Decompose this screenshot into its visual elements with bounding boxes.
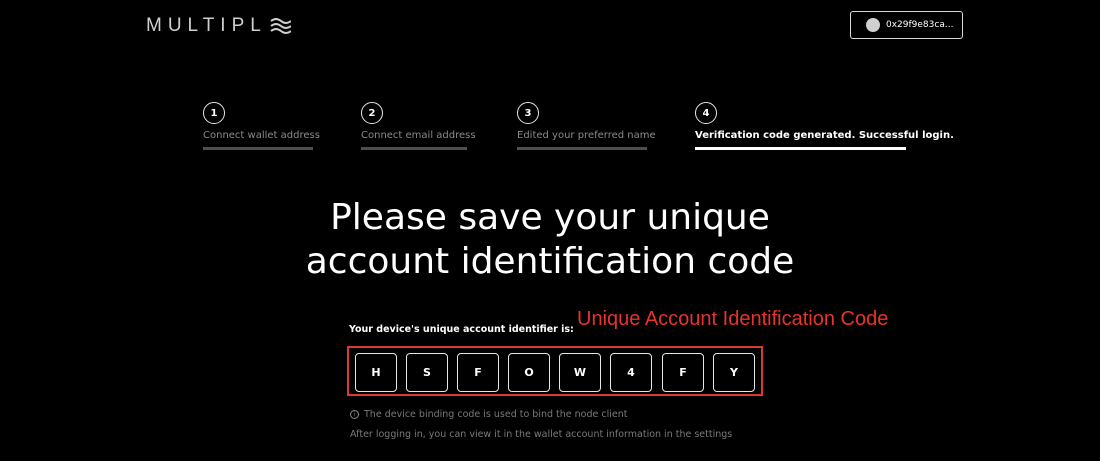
info-text-2: After logging in, you can view it in the…	[350, 429, 733, 440]
code-char: Y	[713, 353, 755, 392]
step-number: 2	[361, 102, 383, 124]
multiple-logo[interactable]: MULTIPL	[146, 14, 291, 38]
code-char: H	[355, 353, 397, 392]
step-progress-bar	[203, 147, 313, 150]
logo-text: MULTIPL	[146, 15, 267, 36]
code-char: F	[457, 353, 499, 392]
step-label: Connect email address	[361, 130, 476, 141]
step-number: 3	[517, 102, 539, 124]
info-text-1: The device binding code is used to bind …	[364, 409, 628, 420]
page: MULTIPL 0x29f9e83ca... 1 Connect wallet …	[0, 0, 1100, 461]
identifier-label: Your device's unique account identifier …	[349, 324, 574, 335]
page-title-line-2: account identification code	[305, 241, 795, 282]
code-char: 4	[610, 353, 652, 392]
step-3: 3 Edited your preferred name	[517, 102, 656, 150]
page-title: Please save your unique account identifi…	[0, 196, 1100, 284]
step-2: 2 Connect email address	[361, 102, 476, 150]
step-progress-bar	[517, 147, 647, 150]
step-progress-bar	[695, 147, 906, 150]
code-char: F	[662, 353, 704, 392]
step-progress-bar	[361, 147, 467, 150]
step-label: Edited your preferred name	[517, 130, 656, 141]
info-icon: i	[350, 410, 359, 419]
wallet-address-button[interactable]: 0x29f9e83ca...	[850, 11, 963, 39]
step-number: 4	[695, 102, 717, 124]
wallet-avatar-icon	[866, 18, 880, 32]
step-4: 4 Verification code generated. Successfu…	[695, 102, 954, 150]
code-char: W	[559, 353, 601, 392]
code-highlight-box: H S F O W 4 F Y	[347, 346, 763, 396]
annotation-label: Unique Account Identification Code	[577, 308, 889, 330]
page-title-line-1: Please save your unique	[330, 197, 770, 238]
step-label: Verification code generated. Successful …	[695, 130, 954, 141]
info-line-1: i The device binding code is used to bin…	[350, 409, 627, 420]
wallet-address: 0x29f9e83ca...	[886, 20, 954, 30]
step-number: 1	[203, 102, 225, 124]
logo-waves-icon	[270, 18, 291, 34]
step-1: 1 Connect wallet address	[203, 102, 320, 150]
code-char: S	[406, 353, 448, 392]
code-char: O	[508, 353, 550, 392]
step-label: Connect wallet address	[203, 130, 320, 141]
